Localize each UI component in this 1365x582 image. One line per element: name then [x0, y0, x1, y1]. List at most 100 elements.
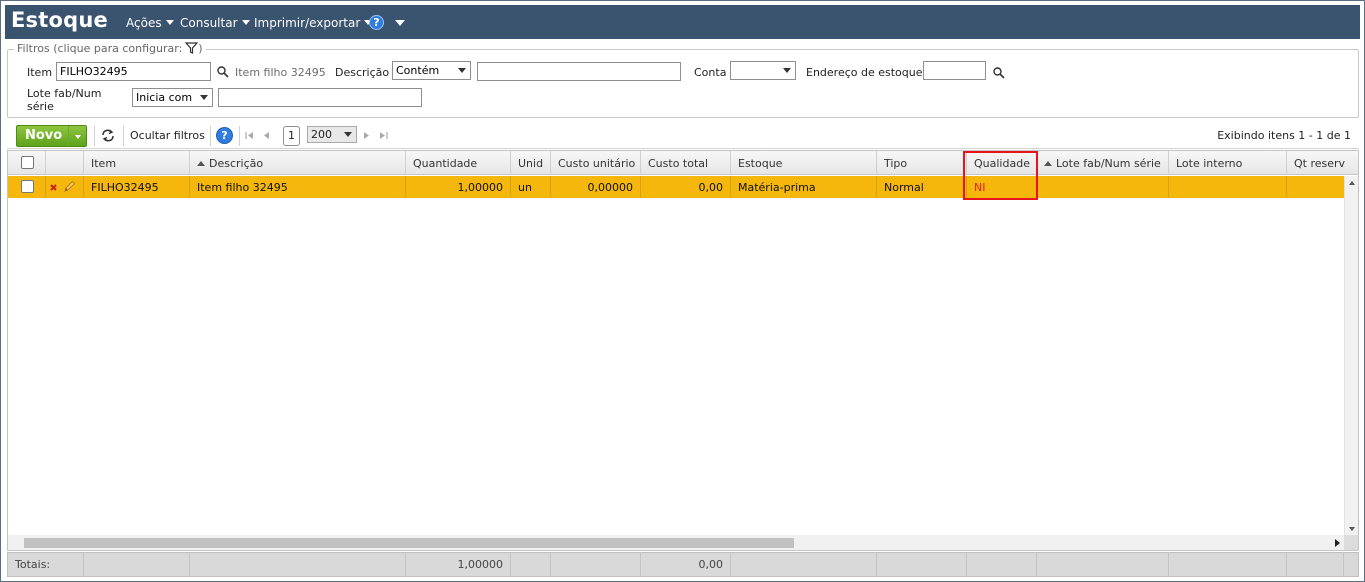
totals-label: Totais:	[8, 553, 84, 576]
row-select-cell	[8, 176, 46, 198]
descricao-mode-select[interactable]: Contém	[392, 61, 471, 80]
cell-custo-total: 0,00	[641, 176, 731, 198]
col-header-estoque[interactable]: Estoque	[731, 151, 877, 175]
select-all-checkbox[interactable]	[21, 156, 34, 169]
page-size-select[interactable]: 200	[307, 126, 357, 143]
vertical-scrollbar[interactable]	[1344, 176, 1358, 536]
search-icon[interactable]	[217, 66, 229, 78]
current-page-input[interactable]: 1	[283, 126, 300, 146]
col-header-lote-fab[interactable]: Lote fab/Num série	[1037, 151, 1169, 175]
scrollbar-corner	[1344, 535, 1358, 550]
delete-icon[interactable]	[50, 184, 57, 191]
more-menu-chevron-icon[interactable]	[395, 20, 405, 26]
descricao-mode-value: Contém	[396, 64, 440, 77]
col-header-descricao[interactable]: Descrição	[190, 151, 406, 175]
menu-imprimir-exportar[interactable]: Imprimir/exportar	[254, 16, 373, 30]
first-page-icon[interactable]	[245, 131, 254, 140]
scroll-down-icon[interactable]	[1349, 527, 1355, 531]
ocultar-filtros-button[interactable]: Ocultar filtros	[130, 129, 205, 142]
totals-tipo	[877, 553, 967, 576]
descricao-filter-input[interactable]	[477, 62, 681, 81]
qualidade-highlight-box	[963, 151, 1038, 200]
horizontal-scrollbar[interactable]	[8, 535, 1344, 550]
items-count-text: Exibindo itens 1 - 1 de 1	[1217, 129, 1351, 142]
select-all-cell	[8, 151, 46, 175]
totals-item	[84, 553, 190, 576]
grid-header: Item Descrição Quantidade Unid Custo uni…	[8, 151, 1358, 175]
refresh-icon[interactable]	[101, 129, 115, 142]
scroll-right-icon[interactable]	[1335, 539, 1340, 547]
row-actions-cell	[46, 176, 84, 198]
novo-button[interactable]: Novo	[16, 125, 87, 147]
horizontal-scroll-thumb[interactable]	[24, 538, 794, 548]
lote-filter-label-line1: Lote fab/Num	[27, 87, 102, 100]
col-header-lote-interno[interactable]: Lote interno	[1169, 151, 1287, 175]
last-page-icon[interactable]	[379, 131, 388, 140]
row-checkbox[interactable]	[21, 180, 34, 193]
totals-lote-interno	[1169, 553, 1287, 576]
menu-imprimir-label: Imprimir/exportar	[254, 16, 361, 30]
edit-pencil-icon[interactable]	[63, 180, 76, 193]
lote-mode-value: Inicia com	[136, 91, 193, 104]
search-icon[interactable]	[993, 67, 1005, 79]
item-filter-input[interactable]	[56, 62, 211, 81]
endereco-filter-label: Endereço de estoque	[806, 66, 923, 79]
endereco-filter-input[interactable]	[923, 61, 986, 80]
conta-select[interactable]	[730, 61, 796, 80]
lote-mode-select[interactable]: Inicia com	[132, 88, 213, 107]
col-header-qt-reserv[interactable]: Qt reserv	[1287, 151, 1358, 175]
scroll-up-icon[interactable]	[1349, 181, 1355, 185]
chevron-down-icon	[458, 68, 466, 73]
filters-legend[interactable]: Filtros (clique para configurar:)	[14, 42, 206, 55]
totals-lote-fab	[1037, 553, 1169, 576]
toolbar-divider	[94, 126, 95, 146]
col-header-tipo[interactable]: Tipo	[877, 151, 967, 175]
actions-header	[46, 151, 84, 175]
col-header-item[interactable]: Item	[84, 151, 190, 175]
cell-quantidade: 1,00000	[406, 176, 511, 198]
chevron-down-icon	[200, 95, 208, 100]
cell-lote-fab	[1037, 176, 1169, 198]
cell-estoque: Matéria-prima	[731, 176, 877, 198]
descricao-filter-label: Descrição	[335, 66, 390, 79]
col-header-custo-unitario[interactable]: Custo unitário	[551, 151, 641, 175]
totals-descricao	[190, 553, 406, 576]
menu-acoes[interactable]: Ações	[126, 16, 174, 30]
col-header-quantidade[interactable]: Quantidade	[406, 151, 511, 175]
toolbar-divider	[123, 126, 124, 146]
chevron-down-icon	[165, 20, 174, 25]
grid-toolbar: Novo Ocultar filtros ? 1 200 Exibindo it…	[7, 122, 1359, 149]
filters-legend-text: Filtros (clique para configurar:	[17, 42, 183, 55]
col-header-lote-fab-label: Lote fab/Num série	[1056, 157, 1161, 170]
sort-ascending-icon	[197, 161, 205, 166]
col-header-descricao-label: Descrição	[209, 157, 264, 170]
col-header-custo-total[interactable]: Custo total	[641, 151, 731, 175]
item-filter-label: Item	[27, 66, 53, 79]
app-header: Estoque Ações Consultar Imprimir/exporta…	[5, 5, 1360, 39]
cell-qt-reserv	[1287, 176, 1344, 198]
chevron-down-icon	[75, 135, 81, 139]
previous-page-icon[interactable]	[263, 131, 270, 140]
cell-descricao: Item filho 32495	[190, 176, 406, 198]
lote-filter-input[interactable]	[218, 88, 422, 107]
totals-unid	[511, 553, 551, 576]
page-title: Estoque	[11, 8, 108, 32]
totals-custo-total: 0,00	[641, 553, 731, 576]
toolbar-divider	[239, 126, 240, 146]
item-filter-hint: Item filho 32495	[235, 66, 326, 79]
next-page-icon[interactable]	[363, 131, 370, 140]
col-header-unid[interactable]: Unid	[511, 151, 551, 175]
cell-unid: un	[511, 176, 551, 198]
novo-dropdown-toggle[interactable]	[68, 126, 86, 146]
menu-consultar[interactable]: Consultar	[180, 16, 250, 30]
help-icon[interactable]: ?	[369, 15, 384, 30]
totals-row: Totais: 1,00000 0,00	[7, 552, 1359, 577]
novo-button-label: Novo	[25, 128, 63, 143]
funnel-icon[interactable]	[185, 42, 199, 54]
table-row[interactable]: FILHO32495 Item filho 32495 1,00000 un 0…	[8, 176, 1344, 198]
chevron-down-icon	[783, 68, 791, 73]
cell-lote-interno	[1169, 176, 1287, 198]
help-icon[interactable]: ?	[216, 127, 233, 144]
chevron-down-icon	[344, 132, 352, 137]
sort-ascending-icon	[1044, 161, 1052, 166]
